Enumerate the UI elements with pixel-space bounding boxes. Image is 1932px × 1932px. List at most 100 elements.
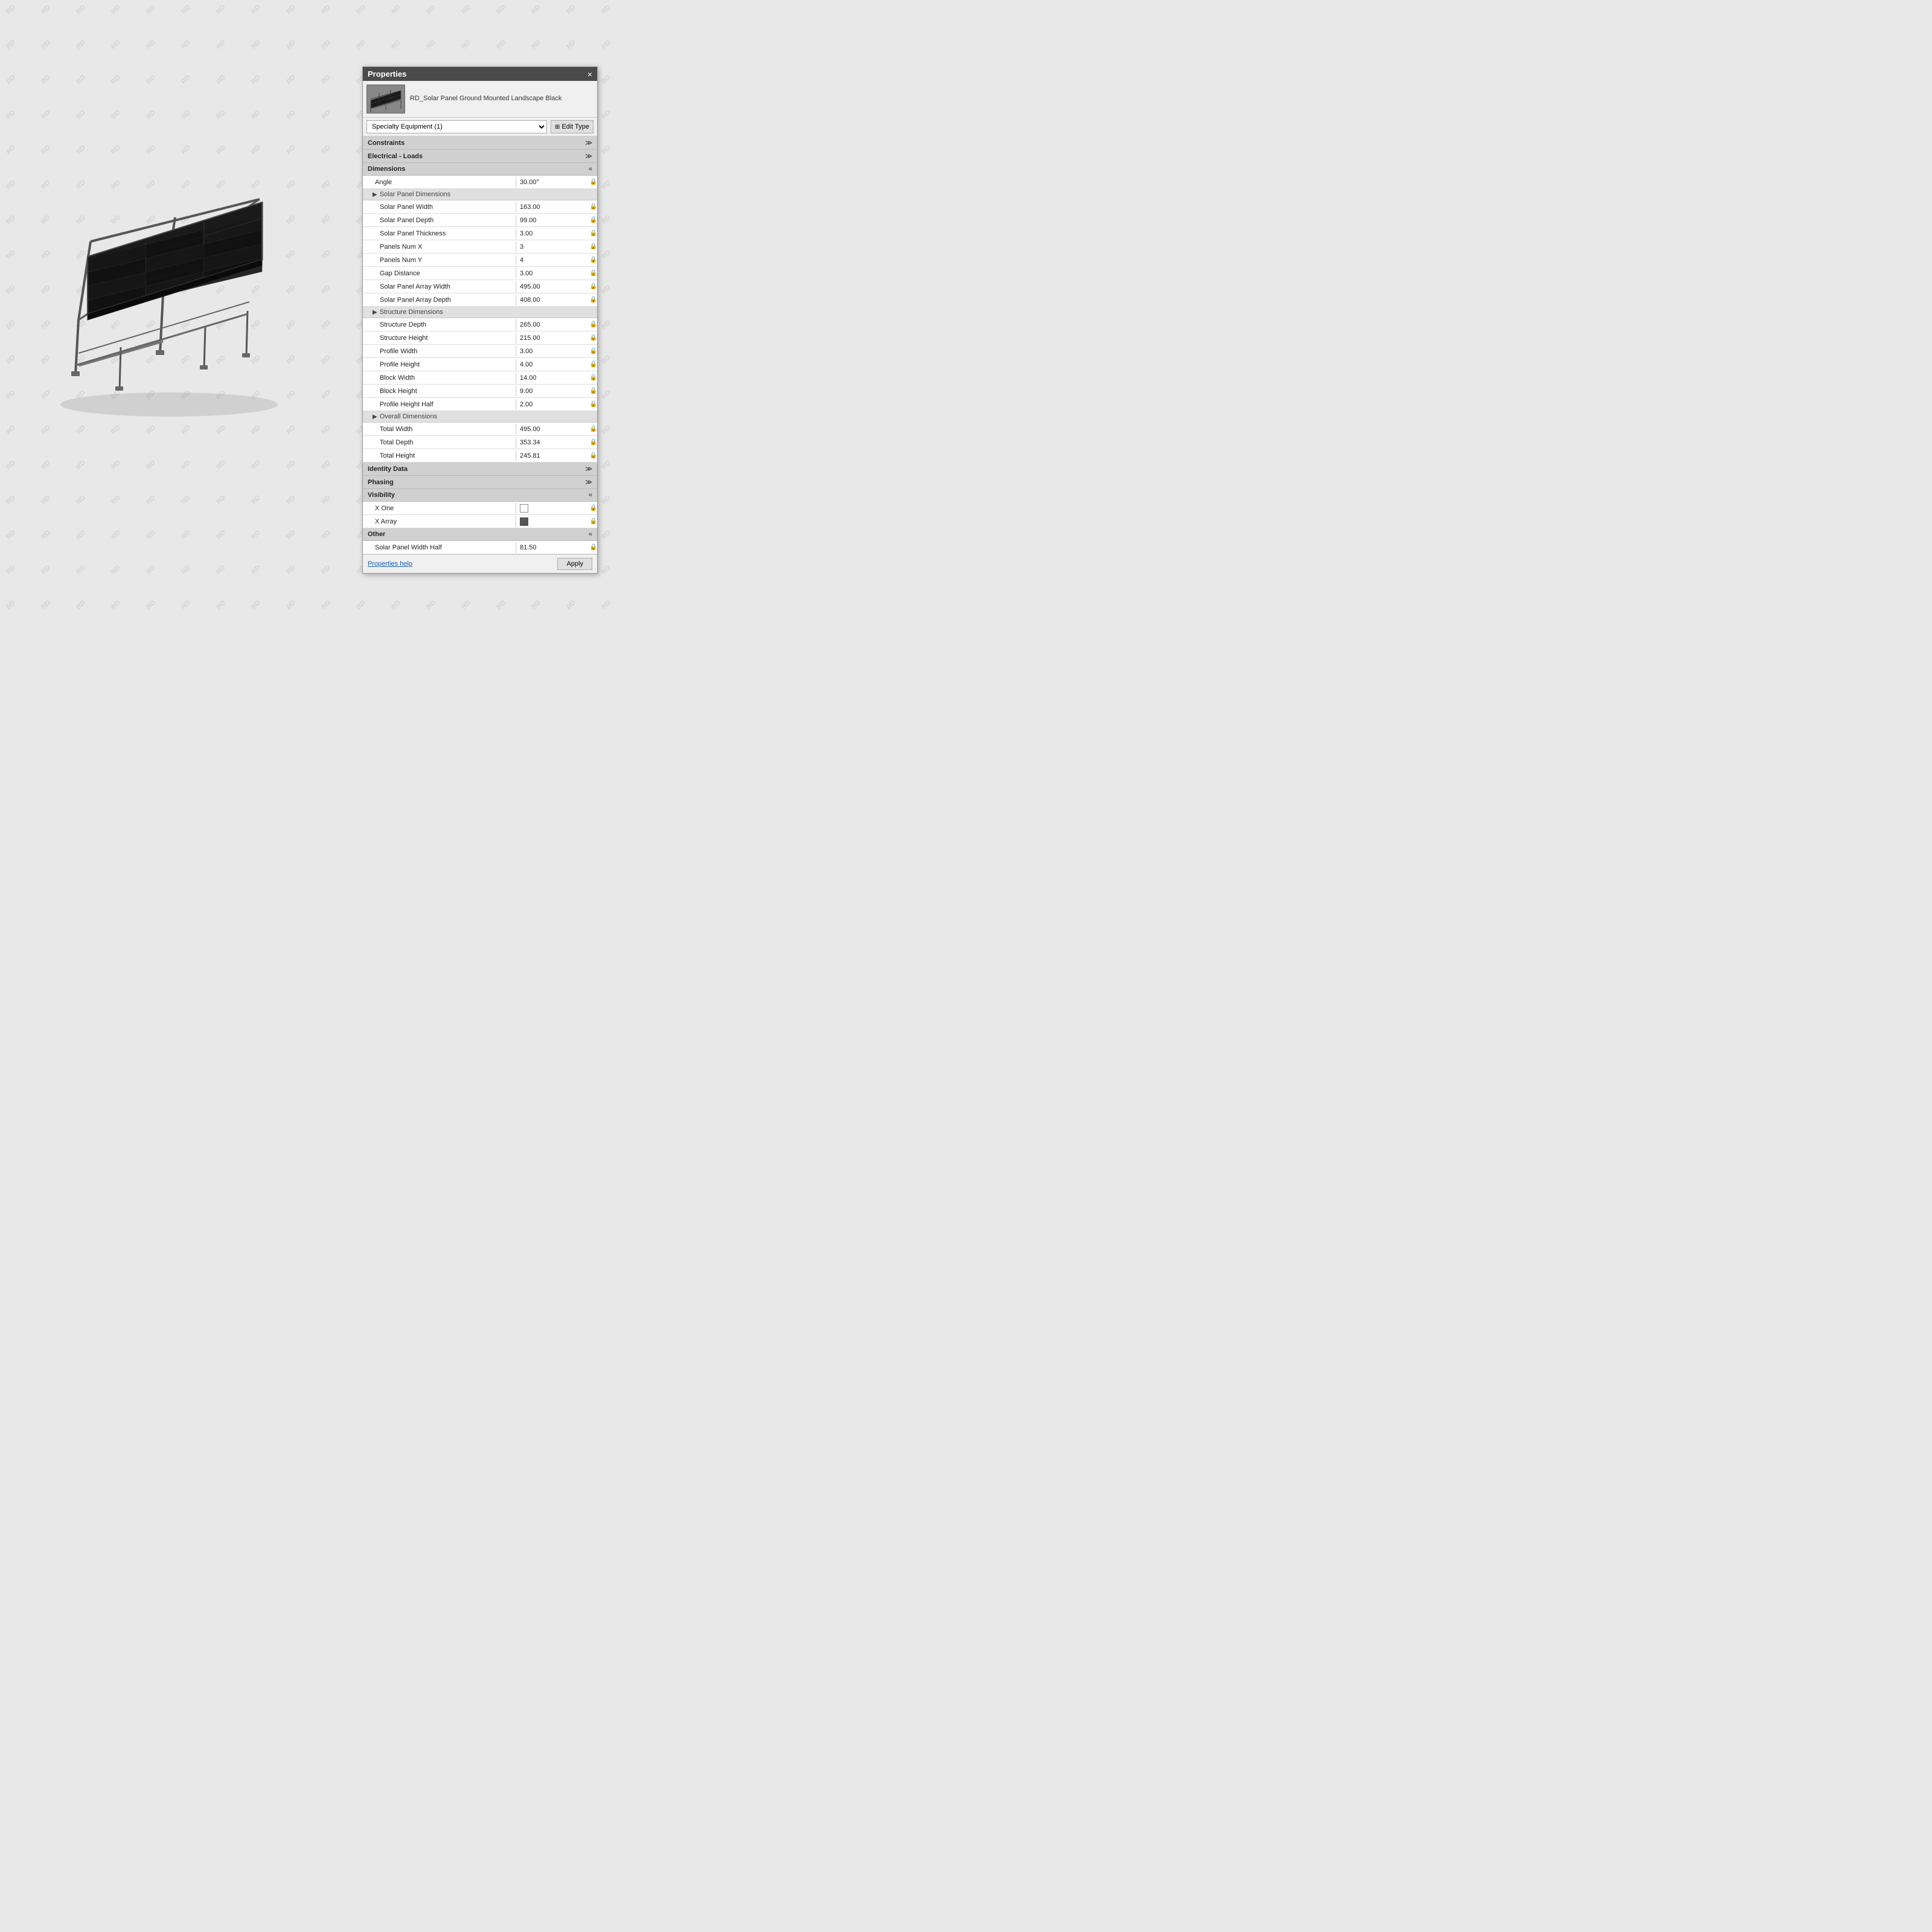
section-phasing[interactable]: Phasing ≫ [363,476,597,489]
prop-structure-depth-name: Structure Depth [363,319,516,330]
subsection-arrow-3: ▶ [373,414,377,420]
subsection-structure-dimensions[interactable]: ▶ Structure Dimensions [363,307,597,318]
subsection-solar-panel-dimensions-label: Solar Panel Dimensions [380,191,450,198]
prop-profile-width-name: Profile Width [363,346,516,357]
type-dropdown[interactable]: Specialty Equipment (1) [366,120,547,133]
lock-icon-profile-width: 🔒 [590,347,597,356]
prop-profile-width-value[interactable]: 3.00 [516,346,589,357]
subsection-structure-dimensions-label: Structure Dimensions [380,309,443,316]
lock-icon-panels-x: 🔒 [590,243,597,251]
prop-x-one-name: X One [363,503,516,514]
section-other[interactable]: Other « [363,528,597,541]
prop-angle: Angle 30.00° 🔒 [363,176,597,189]
panel-title: Properties [368,69,406,78]
prop-total-height: Total Height 245.81 🔒 [363,449,597,462]
prop-block-height-name: Block Height [363,386,516,397]
prop-panels-num-x-value[interactable]: 3 [516,242,589,252]
panel-titlebar: Properties × [363,67,597,81]
lock-icon-sp-depth: 🔒 [590,216,597,225]
prop-block-width: Block Width 14.00 🔒 [363,371,597,385]
prop-panels-num-x: Panels Num X 3 🔒 [363,240,597,254]
visibility-collapse-icon: « [589,491,592,499]
section-visibility[interactable]: Visibility « [363,489,597,502]
lock-icon-array-width: 🔒 [590,283,597,291]
prop-solar-panel-thickness-name: Solar Panel Thickness [363,228,516,239]
prop-gap-distance-value[interactable]: 3.00 [516,268,589,279]
section-identity-data[interactable]: Identity Data ≫ [363,462,597,476]
prop-solar-panel-thickness-value[interactable]: 3.00 [516,228,589,239]
prop-x-one-value[interactable] [516,502,589,514]
subsection-overall-dimensions[interactable]: ▶ Overall Dimensions [363,411,597,423]
lock-icon-profile-height-half: 🔒 [590,400,597,409]
prop-structure-depth-value[interactable]: 265.00 [516,319,589,330]
prop-solar-panel-array-depth-value[interactable]: 408.00 [516,295,589,305]
prop-panels-num-y-value[interactable]: 4 [516,255,589,266]
identity-data-collapse-icon: ≫ [585,465,592,473]
phasing-collapse-icon: ≫ [585,478,592,486]
prop-profile-height-half-value[interactable]: 2.00 [516,399,589,410]
dimensions-collapse-icon: « [589,165,592,173]
prop-x-array-value[interactable] [516,516,589,528]
prop-total-width-value[interactable]: 495.00 [516,424,589,435]
lock-icon-block-width: 🔒 [590,374,597,382]
lock-icon-total-width: 🔒 [590,425,597,433]
lock-icon-sp-width: 🔒 [590,203,597,211]
prop-profile-height-value[interactable]: 4.00 [516,359,589,370]
lock-icon-struct-height: 🔒 [590,334,597,342]
prop-block-height-value[interactable]: 9.00 [516,386,589,397]
lock-icon-struct-depth: 🔒 [590,321,597,329]
lock-icon-profile-height: 🔒 [590,360,597,369]
constraints-collapse-icon: ≫ [585,139,592,147]
checkbox-x-array[interactable] [520,517,528,526]
prop-block-height: Block Height 9.00 🔒 [363,385,597,398]
edit-type-icon: ⊞ [555,124,560,130]
other-label: Other [368,531,385,538]
subsection-arrow-1: ▶ [373,191,377,198]
dropdown-row: Specialty Equipment (1) ⊞ Edit Type [363,118,597,136]
constraints-label: Constraints [368,139,405,147]
prop-structure-height: Structure Height 215.00 🔒 [363,331,597,345]
lock-icon-x-one: 🔒 [590,504,597,513]
prop-profile-height-half-name: Profile Height Half [363,399,516,410]
checkbox-x-one[interactable] [520,504,528,513]
panel-content[interactable]: Constraints ≫ Electrical - Loads ≫ Dimen… [363,136,597,554]
solar-panel-svg [30,175,332,435]
prop-profile-height-half: Profile Height Half 2.00 🔒 [363,398,597,411]
prop-panels-num-y-name: Panels Num Y [363,255,516,266]
prop-solar-panel-width-half-value[interactable]: 81.50 [516,542,589,553]
section-constraints[interactable]: Constraints ≫ [363,136,597,150]
panel-close-button[interactable]: × [587,70,592,78]
prop-total-height-value[interactable]: 245.81 [516,450,589,461]
prop-solar-panel-thickness: Solar Panel Thickness 3.00 🔒 [363,227,597,240]
prop-angle-value[interactable]: 30.00° [516,177,589,188]
subsection-solar-panel-dimensions[interactable]: ▶ Solar Panel Dimensions [363,189,597,200]
section-electrical-loads[interactable]: Electrical - Loads ≫ [363,150,597,163]
lock-icon-sp-thickness: 🔒 [590,229,597,238]
prop-structure-height-value[interactable]: 215.00 [516,333,589,344]
prop-x-array: X Array 🔒 [363,515,597,528]
section-dimensions[interactable]: Dimensions « [363,163,597,176]
lock-icon-block-height: 🔒 [590,387,597,395]
prop-total-depth-value[interactable]: 353.34 [516,437,589,448]
prop-solar-panel-depth-value[interactable]: 99.00 [516,215,589,226]
prop-solar-panel-width-value[interactable]: 163.00 [516,202,589,213]
prop-solar-panel-array-width: Solar Panel Array Width 495.00 🔒 [363,280,597,293]
prop-total-depth-name: Total Depth [363,437,516,448]
properties-panel: Properties × RD_Solar Panel Ground Mount… [362,66,598,574]
prop-solar-panel-array-width-value[interactable]: 495.00 [516,281,589,292]
prop-block-width-value[interactable]: 14.00 [516,373,589,383]
lock-icon-angle: 🔒 [590,178,597,187]
prop-block-width-name: Block Width [363,373,516,383]
lock-icon-panels-y: 🔒 [590,256,597,264]
apply-button[interactable]: Apply [557,558,592,570]
prop-gap-distance-name: Gap Distance [363,268,516,279]
prop-profile-width: Profile Width 3.00 🔒 [363,345,597,358]
prop-angle-name: Angle [363,177,516,188]
lock-icon-array-depth: 🔒 [590,296,597,304]
edit-type-button[interactable]: ⊞ Edit Type [551,120,593,133]
prop-solar-panel-width: Solar Panel Width 163.00 🔒 [363,200,597,214]
prop-solar-panel-array-width-name: Solar Panel Array Width [363,281,516,292]
prop-solar-panel-width-half: Solar Panel Width Half 81.50 🔒 [363,541,597,554]
properties-help-link[interactable]: Properties help [368,560,412,568]
component-thumbnail [366,85,405,114]
